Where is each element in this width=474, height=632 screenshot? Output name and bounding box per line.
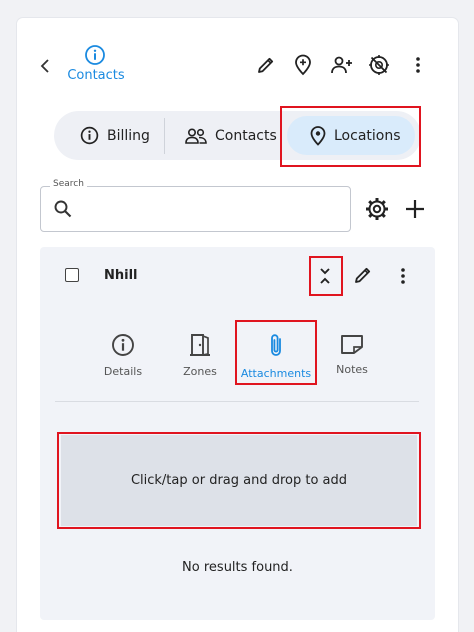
add-button[interactable] [403, 197, 427, 221]
more-vertical-icon [401, 268, 405, 284]
item-edit-button[interactable] [353, 265, 375, 287]
search-icon [53, 199, 73, 219]
back-button[interactable] [36, 56, 54, 76]
tab-locations[interactable]: Locations [310, 111, 401, 160]
location-pin-plus-icon [295, 54, 311, 76]
empty-state-text: No results found. [182, 560, 293, 575]
pencil-icon [258, 57, 274, 73]
search-input[interactable] [80, 196, 340, 222]
item-name: Nhill [104, 268, 138, 283]
disable-location-button[interactable] [367, 53, 391, 77]
tab-attachments[interactable]: Attachments [241, 333, 311, 380]
chevron-left-icon [40, 59, 49, 73]
item-more-button[interactable] [396, 267, 410, 287]
settings-button[interactable] [364, 196, 390, 222]
more-options-button[interactable] [406, 53, 430, 77]
info-icon [80, 126, 99, 145]
item-checkbox[interactable] [65, 268, 79, 282]
tab-attachments-label: Attachments [240, 367, 312, 380]
info-icon [112, 334, 134, 356]
no-location-icon [369, 55, 389, 75]
tab-zones-label: Zones [183, 365, 217, 378]
attachment-dropzone[interactable]: Click/tap or drag and drop to add [61, 435, 417, 526]
more-vertical-icon [416, 57, 420, 73]
tab-billing[interactable]: Billing [80, 111, 150, 160]
tab-notes-label: Notes [336, 363, 368, 376]
add-contact-button[interactable] [329, 53, 355, 77]
info-icon [84, 44, 106, 66]
gear-icon [366, 198, 388, 220]
add-location-button[interactable] [291, 53, 315, 77]
tabs-divider [55, 401, 419, 402]
tab-details-label: Details [103, 365, 143, 378]
collapse-button[interactable] [314, 265, 336, 287]
search-label: Search [50, 179, 87, 189]
tab-details[interactable]: Details [88, 333, 158, 378]
tab-zones[interactable]: Zones [165, 333, 235, 378]
door-icon [190, 334, 210, 356]
person-add-icon [331, 56, 352, 74]
people-icon [185, 127, 207, 144]
collapse-icon [320, 268, 330, 284]
tab-billing-label: Billing [107, 127, 150, 144]
segment-divider [164, 118, 165, 154]
pencil-icon [355, 267, 371, 283]
edit-button[interactable] [254, 53, 278, 77]
tab-locations-label: Locations [334, 127, 401, 144]
note-icon [341, 335, 363, 354]
tab-notes[interactable]: Notes [317, 333, 387, 376]
page-title: Contacts [67, 68, 125, 83]
paperclip-icon [271, 334, 281, 356]
tab-contacts-label: Contacts [215, 127, 277, 144]
tab-contacts[interactable]: Contacts [185, 111, 277, 160]
plus-icon [406, 200, 424, 218]
location-pin-icon [310, 125, 326, 146]
dropzone-text: Click/tap or drag and drop to add [130, 473, 348, 488]
